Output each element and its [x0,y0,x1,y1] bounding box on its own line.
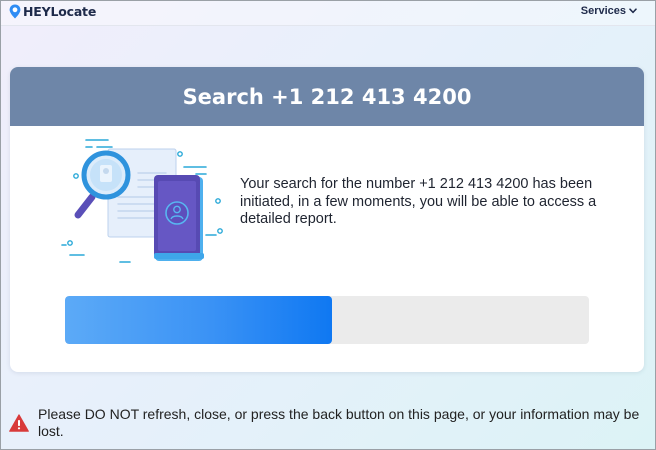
progress-bar-fill [65,296,333,344]
search-title: Search +1 212 413 4200 [182,84,472,109]
services-label: Services [580,5,626,17]
warning-icon [9,414,29,432]
location-pin-icon [9,4,21,19]
logo[interactable]: HEYLocate [9,4,96,19]
search-status-message: Your search for the number +1 212 413 42… [240,176,597,227]
chevron-down-icon [629,8,637,14]
warning-text: Please DO NOT refresh, close, or press t… [38,406,640,439]
card-header: Search +1 212 413 4200 [10,67,644,126]
logo-text: HEYLocate [23,4,97,19]
warning-banner: Please DO NOT refresh, close, or press t… [9,406,649,440]
services-menu[interactable]: Services [581,5,637,17]
navbar: HEYLocate Services [1,1,655,26]
search-illustration [61,139,223,263]
search-card: Search +1 212 413 4200 Your search for t… [10,67,644,372]
search-progress-bar [65,296,589,344]
